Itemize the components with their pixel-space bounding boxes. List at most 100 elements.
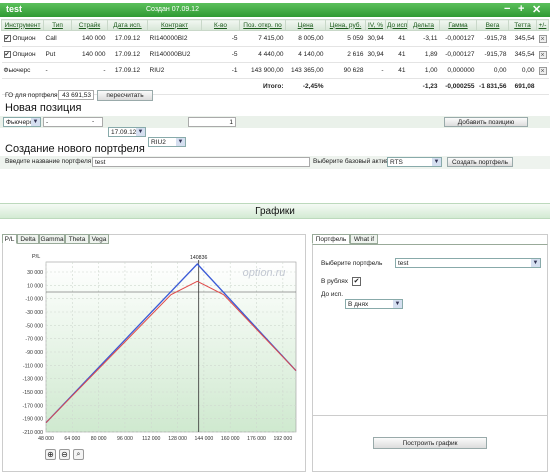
create-portfolio-button[interactable]: Создать портфель [447,157,513,167]
zoom-in-icon[interactable]: ⊕ [45,449,56,460]
expand-icon[interactable]: + [518,3,524,15]
new-portfolio-heading: Создание нового портфеля [5,143,145,155]
cell-remove: × [536,30,549,47]
build-chart-button[interactable]: Построить график [373,437,487,449]
strike-field[interactable]: - [90,117,106,127]
header-type[interactable]: Тип [43,19,72,31]
zoom-controls: ⊕ ⊖ ⌕ [45,449,89,461]
total-gamma: -0,000255 [439,78,477,95]
portfolio-select[interactable]: test ▼ [395,258,541,268]
cell-instrument[interactable]: ✔ Опцион [1,30,44,47]
header-gamma[interactable]: Гамма [439,19,477,31]
expiration-select[interactable]: В днях ▼ [345,299,403,309]
cell-contract: RIU2 [147,62,202,79]
expiration-label: До исп. [321,291,344,298]
portfolio-name-input[interactable]: test [92,157,310,167]
tab-what-if[interactable]: What if [350,234,378,244]
go-label: ГО для портфеля: [5,92,60,99]
chevron-down-icon: ▼ [31,118,40,126]
cell-open-price: 4 440,00 [239,46,286,63]
header-open-price[interactable]: Поз. откр. по [239,19,286,31]
header-theta[interactable]: Тетта [508,19,537,31]
table-row: Фьючерс - -17.09.12 RIU2 -1 143 900,00 143 365… [1,62,549,79]
cell-instrument[interactable]: ✔ Опцион [1,46,44,63]
expiration-value: В днях [348,301,369,308]
cell-gamma: -0,000127 [439,46,477,63]
total-totals-pct: -2,45% [285,78,326,95]
header-plus-minus[interactable]: +/- [536,19,549,31]
cell-iv: 30,94 [365,46,386,63]
date-select[interactable]: 17.09.12 ▼ [108,127,146,137]
header-exp-date[interactable]: Дата исп. [107,19,148,31]
row-checkbox[interactable]: ✔ [3,50,11,58]
cell-price-rub: 90 628 [325,62,366,79]
rub-label: В рублях [321,278,348,285]
y-tick-label: -170 000 [23,403,44,409]
base-asset-value: RTS [390,159,403,166]
table-row: ✔ Опцион Put 140 000 17.09.12 RI140000BU2 -5 4 … [1,46,549,63]
remove-row-icon[interactable]: × [538,50,547,59]
recalc-button[interactable]: пересчитать [97,90,153,101]
portfolio-name-label: Введите название портфеля [5,158,92,165]
tab-pl[interactable]: P/L [2,234,17,244]
cell-theta: 0,00 [508,62,537,79]
y-tick-label: -30 000 [25,310,43,316]
cell-days-left: 41 [385,46,408,63]
total-totals-label: Итого: [239,78,286,95]
header-days-left[interactable]: До исп. [385,19,408,31]
quantity-field[interactable]: 1 [188,117,236,127]
contract-select[interactable]: RIU2 ▼ [148,137,186,147]
instrument-select[interactable]: Фьючерс ▼ [3,117,41,127]
pl-chart: 30 000 10 000 -10 000 -30 000 -50 000 -70 000… [23,254,297,442]
header-vega[interactable]: Вега [476,19,509,31]
tab-vega[interactable]: Vega [89,234,109,244]
remove-row-icon[interactable]: × [538,34,547,43]
cell-open-price: 7 415,00 [239,30,286,47]
total-empty [365,78,386,95]
cell-price-rub: 5 059 [325,30,366,47]
cell-delta: 1,89 [407,46,440,63]
add-position-button[interactable]: Добавить позицию [444,117,528,127]
y-tick-label: -130 000 [23,377,44,383]
cell-qty[interactable]: -1 [201,62,240,79]
tab-portfolio[interactable]: Портфель [312,234,350,244]
cell-strike[interactable]: - [71,62,108,79]
new-position-row: Фьючерс ▼ - - 17.09.12 ▼ RIU2 ▼ 1 Добавить … [0,116,550,147]
header-strike[interactable]: Страйк [71,19,108,31]
close-icon[interactable]: ✕ [532,3,541,16]
cell-price-rub: 2 616 [325,46,366,63]
cell-price: 4 140,00 [285,46,326,63]
cell-vega: -915,78 [476,30,509,47]
cell-type: - [43,62,72,79]
header-qty[interactable]: К-во [201,19,240,31]
cell-instrument[interactable]: Фьючерс [1,62,44,79]
cell-strike: 140 000 [71,46,108,63]
zoom-out-icon[interactable]: ⊖ [59,449,70,460]
x-tick-label: 192 000 [273,436,292,442]
row-checkbox[interactable]: ✔ [3,34,11,42]
cell-theta: 345,54 [508,30,537,47]
tab-theta[interactable]: Theta [65,234,89,244]
table-header-row: Инструмент Тип Страйк Дата исп. Контракт К-во… [1,19,549,31]
zoom-reset-icon[interactable]: ⌕ [73,449,84,460]
rub-checkbox[interactable]: ✔ [352,277,361,286]
cell-vega: -915,78 [476,46,509,63]
created-date: Создан 07.09.12 [146,6,199,13]
cell-delta: 1,00 [407,62,440,79]
minimize-icon[interactable]: − [504,3,510,15]
tab-delta[interactable]: Delta [17,234,39,244]
tab-gamma[interactable]: Gamma [39,234,65,244]
x-tick-label: 112 000 [142,436,160,442]
header-price-rub[interactable]: Цена, руб. [325,19,366,31]
cell-remove: × [536,46,549,63]
header-instrument[interactable]: Инструмент [1,19,44,31]
header-delta[interactable]: Дельта [407,19,440,31]
header-price[interactable]: Цена [285,19,326,31]
header-iv[interactable]: IV, % [365,19,386,31]
total-vega: -1 831,56 [476,78,509,95]
new-portfolio-row: Введите название портфеля test Выберите … [0,156,550,169]
remove-row-icon[interactable]: × [538,66,547,75]
base-asset-select[interactable]: RTS ▼ [387,157,442,167]
header-contract[interactable]: Контракт [147,19,202,31]
total-empty [201,78,240,95]
